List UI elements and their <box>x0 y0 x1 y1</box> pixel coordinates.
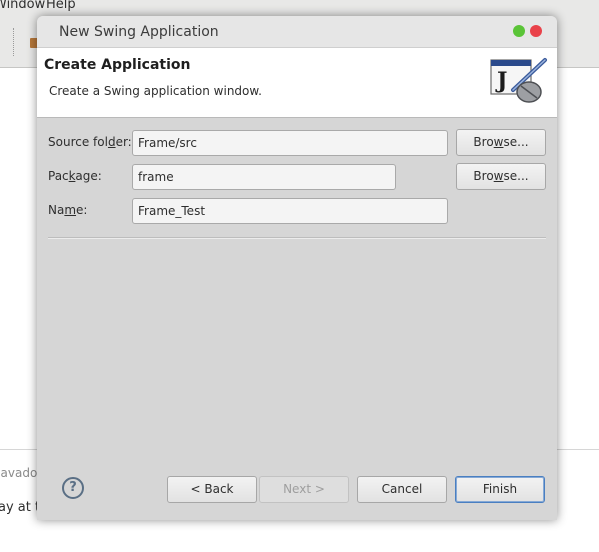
package-label-post: age: <box>75 169 102 183</box>
toolbar-separator <box>13 28 14 56</box>
browse-label-post: se... <box>503 169 529 183</box>
wizard-header: Create Application Create a Swing applic… <box>37 48 557 118</box>
back-button[interactable]: < Back <box>167 476 257 503</box>
source-folder-label-post: er: <box>115 135 132 149</box>
next-button[interactable]: Next > <box>259 476 349 503</box>
maximize-button[interactable] <box>513 25 525 37</box>
package-input[interactable] <box>132 164 396 190</box>
browse-label-post: se... <box>503 135 529 149</box>
page-title: Create Application <box>44 57 191 73</box>
menu-window[interactable]: Window <box>0 0 45 12</box>
source-folder-label: Source folder: <box>48 135 132 149</box>
browse-label-pre: Bro <box>473 169 494 183</box>
dialog-titlebar[interactable]: New Swing Application <box>37 16 557 48</box>
help-icon[interactable]: ? <box>62 477 84 499</box>
browse-label-pre: Bro <box>473 135 494 149</box>
name-label-pre: Na <box>48 203 65 217</box>
package-label: Package: <box>48 169 102 183</box>
source-folder-input[interactable] <box>132 130 448 156</box>
page-description: Create a Swing application window. <box>49 84 262 98</box>
package-browse-button[interactable]: Browse... <box>456 163 546 190</box>
browse-label-mnemonic: w <box>493 135 504 149</box>
menu-help[interactable]: Help <box>46 0 76 12</box>
source-folder-label-pre: Source fol <box>48 135 108 149</box>
java-swing-wizard-icon: J <box>490 58 547 103</box>
finish-button[interactable]: Finish <box>455 476 545 503</box>
source-folder-label-mnemonic: d <box>107 135 116 149</box>
close-button[interactable] <box>530 25 542 37</box>
name-label-post: e: <box>76 203 88 217</box>
dialog-title: New Swing Application <box>59 24 219 40</box>
ide-menubar: Window Help <box>0 0 599 14</box>
svg-text:J: J <box>495 68 507 94</box>
name-label: Name: <box>48 203 87 217</box>
source-folder-browse-button[interactable]: Browse... <box>456 129 546 156</box>
new-swing-application-dialog: New Swing Application Create Application… <box>37 16 557 520</box>
browse-label-mnemonic: w <box>493 169 504 183</box>
name-input[interactable] <box>132 198 448 224</box>
package-label-pre: Pac <box>48 169 69 183</box>
form-divider <box>48 237 546 239</box>
cancel-button[interactable]: Cancel <box>357 476 447 503</box>
name-label-mnemonic: m <box>64 203 77 217</box>
